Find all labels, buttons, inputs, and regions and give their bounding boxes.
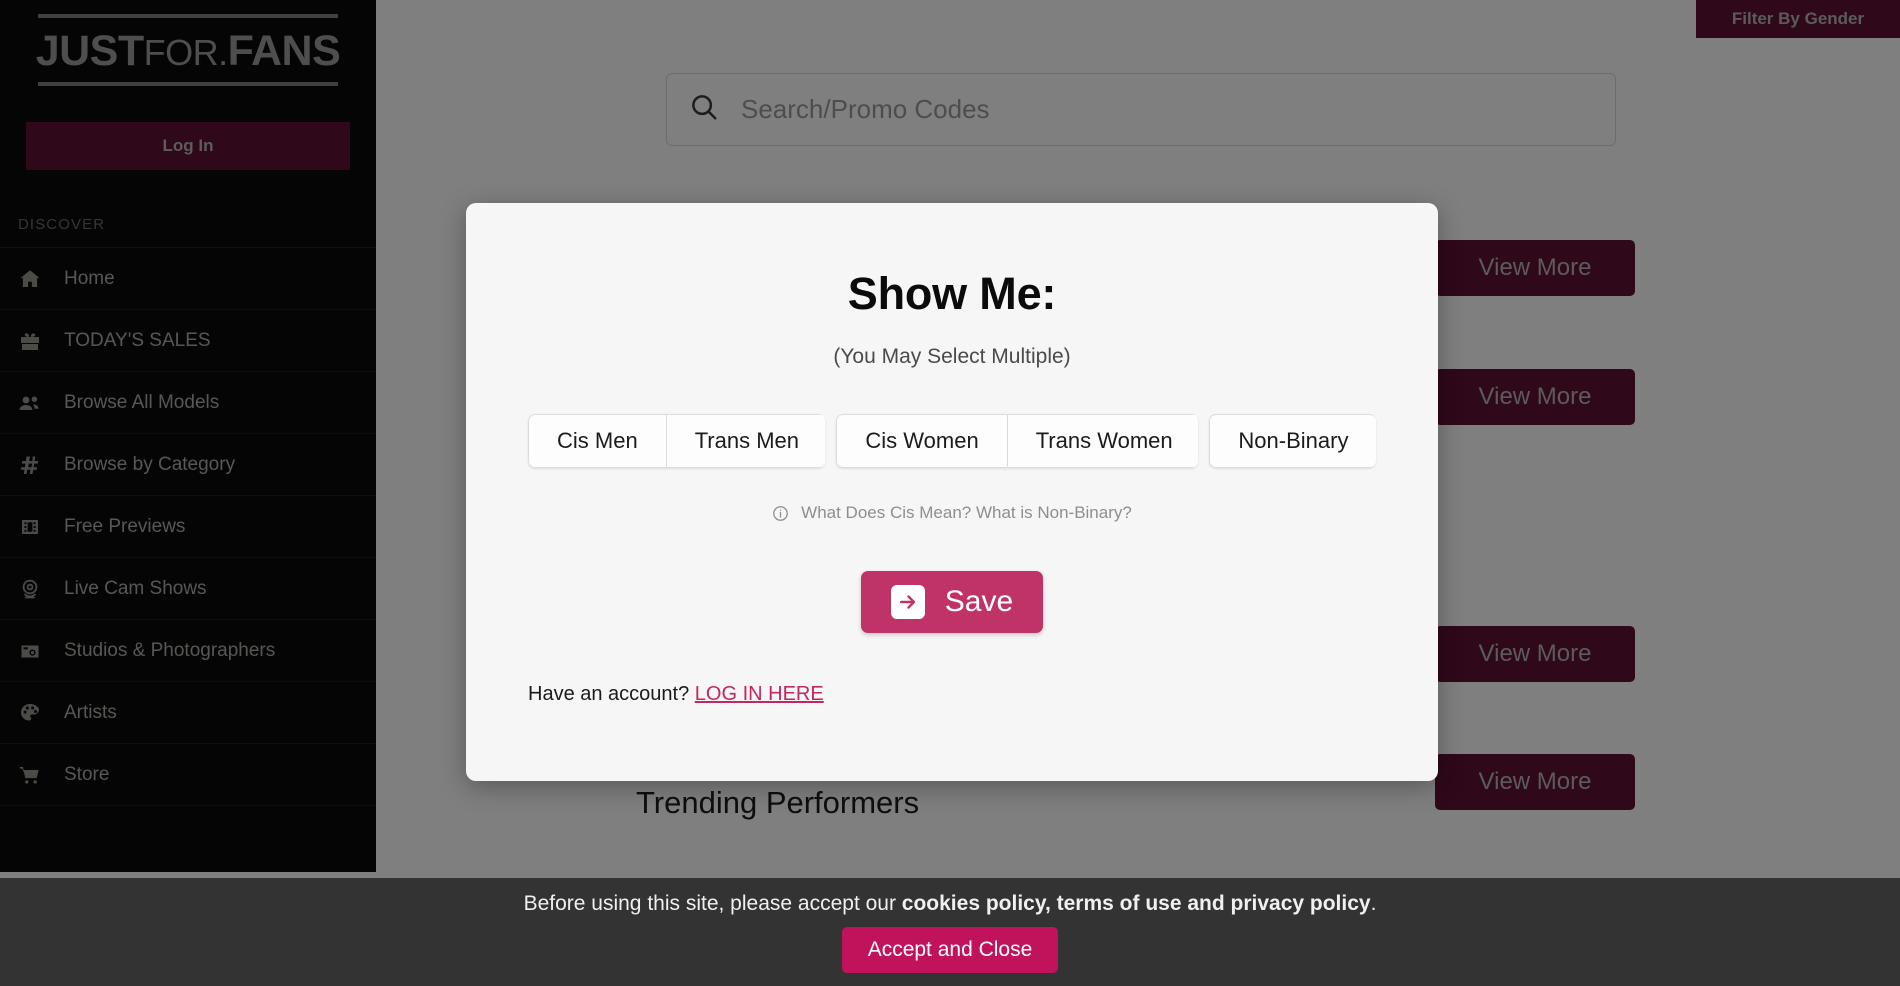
account-prompt-text: Have an account?: [528, 683, 690, 705]
gender-option-group-nonbinary: Non-Binary: [1209, 414, 1376, 468]
gender-option-non-binary[interactable]: Non-Binary: [1209, 414, 1376, 468]
gender-option-trans-women[interactable]: Trans Women: [1007, 414, 1199, 468]
account-prompt-row: Have an account? LOG IN HERE: [528, 683, 1376, 706]
gender-options: Cis Men Trans Men Cis Women Trans Women …: [528, 414, 1376, 468]
accept-and-close-button[interactable]: Accept and Close: [841, 927, 1059, 973]
save-row: Save: [528, 571, 1376, 633]
cookie-consent-text: Before using this site, please accept ou…: [0, 892, 1900, 916]
save-button[interactable]: Save: [860, 571, 1044, 633]
cookie-text-before: Before using this site, please accept ou…: [523, 892, 902, 915]
cis-explainer-link[interactable]: What Does Cis Mean? What is Non-Binary?: [528, 503, 1376, 523]
gender-option-cis-women[interactable]: Cis Women: [836, 414, 1008, 468]
log-in-here-link[interactable]: LOG IN HERE: [695, 683, 824, 705]
cookie-consent-banner: Before using this site, please accept ou…: [0, 878, 1900, 986]
info-circle-icon: [772, 505, 789, 522]
modal-subtitle: (You May Select Multiple): [833, 345, 1071, 368]
arrow-right-icon: [890, 585, 925, 619]
gender-option-cis-men[interactable]: Cis Men: [528, 414, 667, 468]
gender-option-group-men: Cis Men Trans Men: [528, 414, 826, 468]
modal-title: Show Me:: [847, 268, 1057, 319]
cookie-policy-links[interactable]: cookies policy, terms of use and privacy…: [902, 892, 1371, 915]
save-button-label: Save: [944, 585, 1014, 618]
gender-option-group-women: Cis Women Trans Women: [836, 414, 1199, 468]
gender-option-trans-men[interactable]: Trans Men: [666, 414, 826, 468]
cis-explainer-label: What Does Cis Mean? What is Non-Binary?: [801, 503, 1132, 522]
page-root: View More View More View More View More …: [0, 0, 1900, 986]
cookie-text-after: .: [1370, 892, 1377, 915]
show-me-modal: Show Me: (You May Select Multiple) Cis M…: [466, 203, 1438, 781]
